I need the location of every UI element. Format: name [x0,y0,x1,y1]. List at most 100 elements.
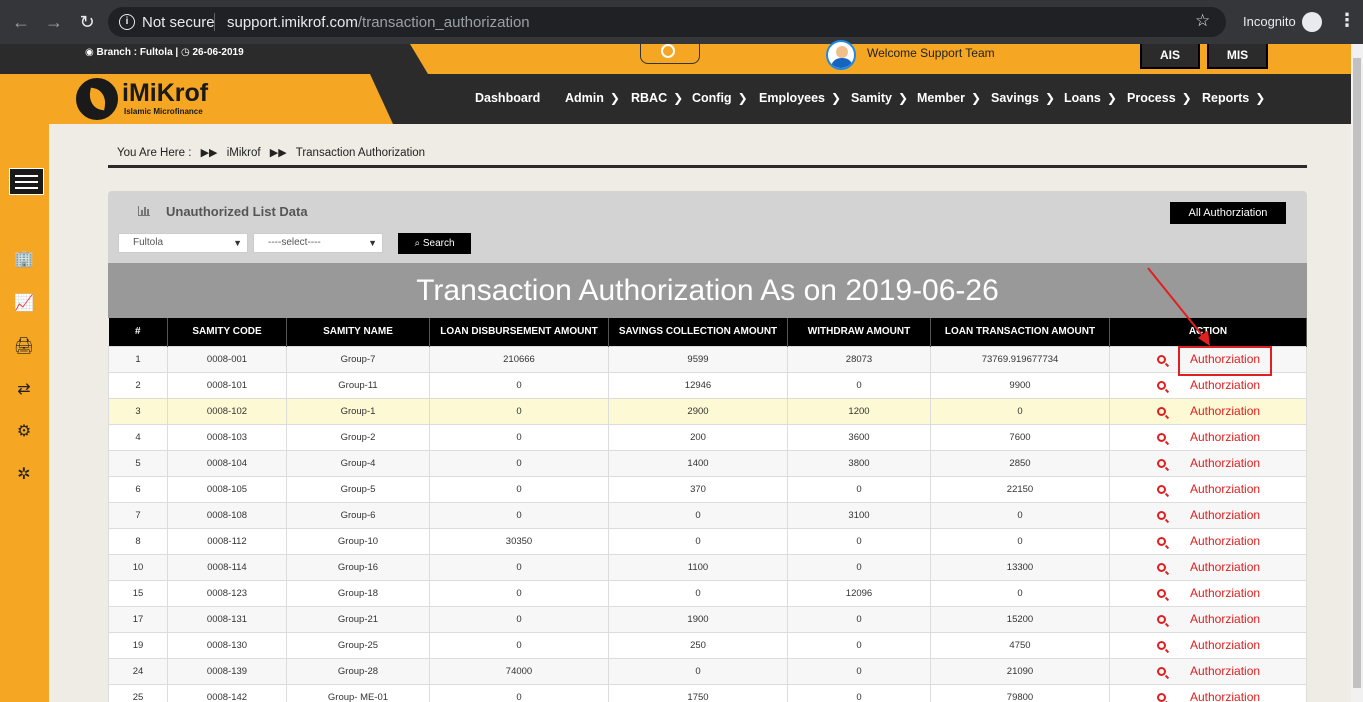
view-search-icon[interactable] [1157,666,1166,676]
table-cell: 250 [608,631,788,659]
view-search-icon[interactable] [1157,484,1166,494]
table-row: 19 0008-130 Group-25 0 250 0 4750 Authorziation [108,631,1307,659]
bookmark-star-icon[interactable]: ☆ [1195,11,1210,31]
nav-savings[interactable]: Savings ❯ [991,91,1055,105]
bar-chart-icon [138,206,150,216]
table-cell: 0 [608,527,788,555]
table-cell: 0008-105 [167,475,287,503]
nav-dashboard[interactable]: Dashboard [475,91,540,105]
table-cell: 0 [429,683,609,702]
mis-button[interactable]: MIS [1207,44,1268,69]
table-cell: 0008-123 [167,579,287,607]
nav-reports[interactable]: Reports ❯ [1202,91,1265,105]
table-cell: 21090 [930,657,1110,685]
hamburger-menu-icon[interactable] [9,168,44,195]
nav-rbac[interactable]: RBAC ❯ [631,91,683,105]
nav-member[interactable]: Member ❯ [917,91,981,105]
view-search-icon[interactable] [1157,536,1166,546]
view-search-icon[interactable] [1157,692,1166,702]
table-row: 10 0008-114 Group-16 0 1100 0 13300 Authorziati… [108,553,1307,581]
table-cell: Group-4 [286,449,430,477]
view-search-icon[interactable] [1157,406,1166,416]
info-icon[interactable]: i [119,14,135,30]
authorization-link[interactable]: Authorziation [1190,664,1260,678]
table-cell: 1 [108,345,168,373]
building-icon[interactable]: 🏢 [13,250,35,270]
authorization-link[interactable]: Authorziation [1190,378,1260,392]
table-cell: 10 [108,553,168,581]
table-cell: Group-1 [286,397,430,425]
logo-name[interactable]: iMiKrof [122,79,208,108]
dropdown-arrow-icon: ▼ [368,238,377,248]
view-search-icon[interactable] [1157,354,1166,364]
avatar[interactable] [826,40,856,70]
logo-icon[interactable] [76,78,118,120]
ais-button[interactable]: AIS [1140,44,1200,69]
table-cell: 73769.919677734 [930,345,1110,373]
nav-admin[interactable]: Admin ❯ [565,91,620,105]
view-search-icon[interactable] [1157,380,1166,390]
browser-menu-icon[interactable]: ⋮ [1338,10,1356,31]
table-cell: 1200 [787,397,931,425]
authorization-link[interactable]: Authorziation [1190,534,1260,548]
authorization-link[interactable]: Authorziation [1190,508,1260,522]
forward-arrow-icon[interactable]: → [43,11,65,33]
table-cell: 0008-112 [167,527,287,555]
nav-samity[interactable]: Samity ❯ [851,91,908,105]
back-arrow-icon[interactable]: ← [10,11,32,33]
printer-icon[interactable]: 🖨 [13,337,35,357]
authorization-link[interactable]: Authorziation [1190,456,1260,470]
chart-icon[interactable]: 📈 [13,294,35,314]
authorization-link[interactable]: Authorziation [1190,560,1260,574]
table-cell: 0 [429,605,609,633]
view-search-icon[interactable] [1157,614,1166,624]
authorization-link[interactable]: Authorziation [1190,430,1260,444]
breadcrumb-current: Transaction Authorization [295,147,426,159]
nav-config[interactable]: Config ❯ [692,91,748,105]
table-cell: 0 [787,527,931,555]
table-row: 7 0008-108 Group-6 0 0 3100 0 Authorziation [108,501,1307,529]
view-search-icon[interactable] [1157,432,1166,442]
authorization-link[interactable]: Authorziation [1190,612,1260,626]
highlight-box [1178,346,1272,376]
gears-icon[interactable]: ⚙ [13,422,35,442]
view-search-icon[interactable] [1157,510,1166,520]
action-cell: Authorziation [1109,605,1307,633]
table-cell: 13300 [930,553,1110,581]
authorization-link[interactable]: Authorziation [1190,586,1260,600]
table-cell: 0008-114 [167,553,287,581]
global-search-tab[interactable] [640,44,700,64]
nav-process[interactable]: Process ❯ [1127,91,1192,105]
address-bar[interactable]: i Not secure support.imikrof.com/transac… [108,7,1226,37]
col-header: # [108,318,168,346]
settings-icon[interactable]: ✲ [13,465,35,485]
view-search-icon[interactable] [1157,458,1166,468]
branch-select[interactable]: Fultola ▼ [118,233,248,253]
incognito-label: Incognito [1243,14,1296,29]
scrollbar-thumb[interactable] [1353,58,1361,688]
view-search-icon[interactable] [1157,562,1166,572]
table-cell: 0 [930,579,1110,607]
col-header: WITHDRAW AMOUNT [787,318,931,346]
nav-loans[interactable]: Loans ❯ [1064,91,1117,105]
reload-icon[interactable]: ↻ [76,11,98,33]
table-cell: 0 [429,449,609,477]
authorization-link[interactable]: Authorziation [1190,482,1260,496]
breadcrumb-home[interactable]: iMikrof [227,147,261,159]
nav-employees[interactable]: Employees ❯ [759,91,841,105]
action-cell: Authorziation [1109,631,1307,659]
samity-select[interactable]: ----select---- ▼ [253,233,383,253]
table-cell: Group-2 [286,423,430,451]
search-button[interactable]: ⌕ Search [398,233,471,254]
table-row: 24 0008-139 Group-28 74000 0 0 21090 Authorziat… [108,657,1307,685]
authorization-link[interactable]: Authorziation [1190,404,1260,418]
incognito-icon[interactable] [1302,12,1322,32]
all-authorization-button[interactable]: All Authorziation [1170,202,1286,224]
authorization-link[interactable]: Authorziation [1190,638,1260,652]
url-text[interactable]: support.imikrof.com/transaction_authoriz… [227,14,530,31]
view-search-icon[interactable] [1157,640,1166,650]
authorization-link[interactable]: Authorziation [1190,690,1260,702]
page-scrollbar[interactable] [1351,44,1363,702]
transfer-icon[interactable]: ⇄ [13,380,35,400]
view-search-icon[interactable] [1157,588,1166,598]
